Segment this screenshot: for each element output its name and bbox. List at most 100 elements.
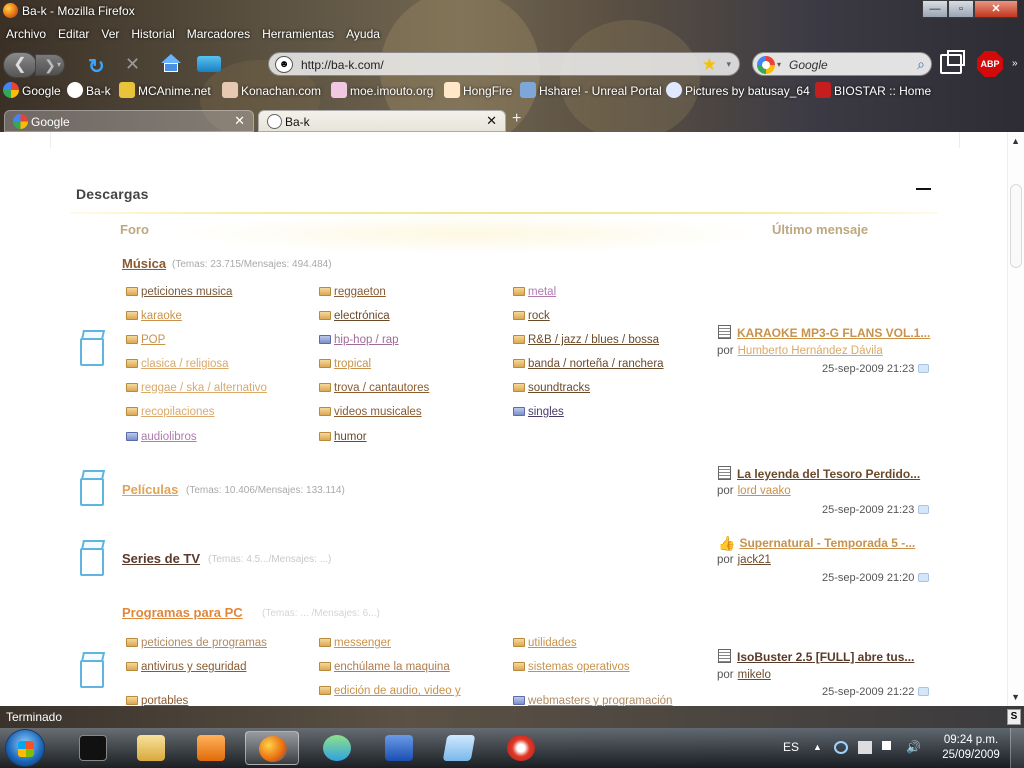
author-link[interactable]: jack21 xyxy=(738,554,771,566)
taskbar-app-cmd[interactable] xyxy=(66,731,120,765)
volume-icon[interactable]: 🔊 xyxy=(906,741,921,754)
taskbar-app-notes[interactable] xyxy=(432,731,486,765)
author-link[interactable]: lord vaako xyxy=(738,485,791,497)
subforum-link[interactable]: soundtracks xyxy=(513,382,590,394)
tray-app-icon[interactable] xyxy=(834,741,848,754)
last-post-title[interactable]: IsoBuster 2.5 [FULL] abre tus... xyxy=(718,649,914,664)
bookmark-item[interactable]: Ba-k xyxy=(67,82,111,98)
bookmark-item[interactable]: HongFire xyxy=(444,82,512,98)
search-icon[interactable]: ⌕ xyxy=(917,56,925,73)
taskbar-app-word[interactable] xyxy=(372,731,426,765)
subforum-link[interactable]: reggae / ska / alternativo xyxy=(126,382,267,394)
bookmark-item[interactable]: Pictures by batusay_64 xyxy=(666,82,810,98)
bookmark-item[interactable]: Hshare! - Unreal Portal xyxy=(520,82,662,98)
subforum-link[interactable]: tropical xyxy=(319,358,371,370)
bookmark-item[interactable]: Konachan.com xyxy=(222,82,321,98)
author-link[interactable]: mikelo xyxy=(738,669,771,681)
collapse-section-icon[interactable] xyxy=(916,188,931,190)
subforum-link[interactable]: singles xyxy=(513,406,564,418)
taskbar-app-firefox[interactable] xyxy=(245,731,299,765)
subforum-link[interactable]: videos musicales xyxy=(319,406,422,418)
status-addon-icon[interactable]: S xyxy=(1007,709,1021,725)
subforum-link[interactable]: electrónica xyxy=(319,310,390,322)
last-post-title[interactable]: KARAOKE MP3-G FLANS VOL.1... xyxy=(718,325,930,340)
history-dropdown-icon[interactable]: ▾ xyxy=(57,55,61,75)
clock[interactable]: 09:24 p.m. 25/09/2009 xyxy=(936,733,1006,763)
forum-title-series-tv[interactable]: Series de TV xyxy=(122,551,200,566)
scroll-up-icon[interactable]: ▲ xyxy=(1011,136,1020,146)
url-dropdown-icon[interactable]: ▾ xyxy=(726,59,731,70)
vertical-scrollbar[interactable]: ▲ ▼ xyxy=(1007,132,1024,706)
taskbar-app-ccleaner[interactable] xyxy=(494,731,548,765)
new-window-icon[interactable] xyxy=(940,50,965,74)
subforum-link[interactable]: clasica / religiosa xyxy=(126,358,229,370)
subforum-link[interactable]: recopilaciones xyxy=(126,406,215,418)
menu-ver[interactable]: Ver xyxy=(101,27,119,45)
forum-title-musica[interactable]: Música xyxy=(122,256,166,271)
subforum-link[interactable]: banda / norteña / ranchera xyxy=(513,358,664,370)
subforum-link[interactable]: webmasters y programación xyxy=(513,695,672,706)
language-indicator[interactable]: ES xyxy=(783,740,799,754)
forward-button[interactable]: ❯ ▾ xyxy=(35,54,65,76)
forum-title-peliculas[interactable]: Películas xyxy=(122,482,178,497)
subforum-link[interactable]: rock xyxy=(513,310,550,322)
last-post-title[interactable]: 👍 Supernatural - Temporada 5 -... xyxy=(718,535,915,552)
subforum-link[interactable]: hip-hop / rap xyxy=(319,334,399,346)
scrollbar-thumb[interactable] xyxy=(1010,184,1022,268)
subforum-link[interactable]: enchúlame la maquina xyxy=(319,661,450,673)
start-button[interactable] xyxy=(5,729,45,767)
google-search-engine-icon[interactable] xyxy=(757,56,775,74)
bookmark-item[interactable]: MCAnime.net xyxy=(119,82,211,98)
subforum-link[interactable]: humor xyxy=(319,431,367,443)
subforum-link[interactable]: utilidades xyxy=(513,637,577,649)
stop-icon[interactable]: ✕ xyxy=(125,54,140,75)
minimize-button[interactable]: — xyxy=(922,0,948,18)
close-tab-icon[interactable]: ✕ xyxy=(234,113,245,129)
bookmark-item[interactable]: Google xyxy=(3,82,61,98)
go-to-last-post-icon[interactable] xyxy=(918,505,930,514)
search-input[interactable]: Google xyxy=(789,58,828,72)
subforum-link[interactable]: metal xyxy=(513,286,556,298)
menu-marcadores[interactable]: Marcadores xyxy=(187,27,250,45)
taskbar-app-explorer[interactable] xyxy=(124,731,178,765)
extension-icon[interactable] xyxy=(197,56,221,72)
menu-ayuda[interactable]: Ayuda xyxy=(346,27,380,45)
subforum-link[interactable]: R&B / jazz / blues / bossa xyxy=(513,334,659,346)
menu-editar[interactable]: Editar xyxy=(58,27,89,45)
subforum-link[interactable]: portables xyxy=(126,695,188,706)
toolbar-overflow-icon[interactable]: » xyxy=(1012,58,1018,69)
close-tab-icon[interactable]: ✕ xyxy=(486,113,497,129)
taskbar-app-media[interactable] xyxy=(184,731,238,765)
subforum-link[interactable]: peticiones musica xyxy=(126,286,232,298)
taskbar-app-messenger[interactable] xyxy=(310,731,364,765)
subforum-link[interactable]: antivirus y seguridad xyxy=(126,661,246,673)
subforum-link[interactable]: karaoke xyxy=(126,310,182,322)
menu-historial[interactable]: Historial xyxy=(131,27,174,45)
menu-archivo[interactable]: Archivo xyxy=(6,27,46,45)
show-hidden-icons-icon[interactable]: ▲ xyxy=(813,742,822,752)
tab-ba-k[interactable]: Ba-k ✕ xyxy=(258,110,506,132)
subforum-link[interactable]: sistemas operativos xyxy=(513,661,630,673)
scroll-down-icon[interactable]: ▼ xyxy=(1011,692,1020,702)
subforum-link[interactable]: POP xyxy=(126,334,165,346)
reload-icon[interactable]: ↻ xyxy=(88,54,105,79)
subforum-link[interactable]: audiolibros xyxy=(126,431,197,443)
home-icon[interactable] xyxy=(160,54,182,74)
subforum-link[interactable]: peticiones de programas xyxy=(126,637,267,649)
bookmark-item[interactable]: BIOSTAR :: Home xyxy=(815,82,931,98)
go-to-last-post-icon[interactable] xyxy=(918,573,930,582)
network-icon[interactable] xyxy=(858,741,872,754)
tab-google[interactable]: Google ✕ xyxy=(4,110,254,132)
subforum-link[interactable]: messenger xyxy=(319,637,391,649)
last-post-title[interactable]: La leyenda del Tesoro Perdido... xyxy=(718,466,920,481)
search-engine-dropdown-icon[interactable]: ▾ xyxy=(777,60,781,69)
author-link[interactable]: Humberto Hernández Dávila xyxy=(738,345,883,357)
menu-herramientas[interactable]: Herramientas xyxy=(262,27,334,45)
new-tab-icon[interactable]: + xyxy=(512,110,521,128)
maximize-button[interactable]: ▫ xyxy=(948,0,974,18)
subforum-link[interactable]: trova / cantautores xyxy=(319,382,429,394)
url-bar[interactable]: ☻ http://ba-k.com/ ★ ▾ xyxy=(268,52,740,76)
go-to-last-post-icon[interactable] xyxy=(918,687,930,696)
search-bar[interactable]: ▾ Google ⌕ xyxy=(752,52,932,76)
adblock-plus-icon[interactable]: ABP xyxy=(977,51,1003,77)
